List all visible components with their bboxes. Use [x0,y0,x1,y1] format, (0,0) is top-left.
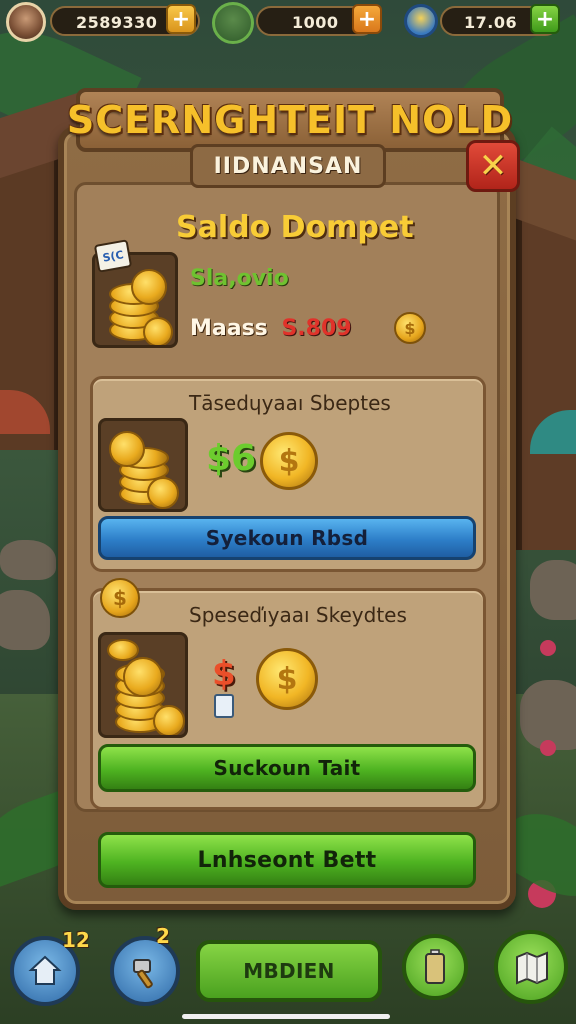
wallet-subtitle: Sla,ovio [190,266,289,291]
player-avatar-icon[interactable] [6,2,46,42]
energy-value: 17.06 [464,13,518,32]
offer-2-badge-coin-icon: $ [100,578,140,618]
offer-2-button-label: Suckoun Tait [213,756,361,780]
close-button[interactable]: ✕ [466,140,520,192]
offer-1-price: $6 [206,438,257,479]
tools-badge: 2 [156,924,170,948]
npc-portrait-icon [212,2,254,44]
home-badge: 12 [62,928,90,952]
wallet-label: Maass [190,316,268,341]
offer-2-coins-icon [98,632,188,738]
offer-1-buy-button[interactable]: Syekoun Rbsd [98,516,476,560]
center-nav-label: MBDIEN [243,959,335,983]
confirm-button[interactable]: Lnhseont Bett [98,832,476,888]
hammer-icon [133,959,153,989]
map-nav-button[interactable] [494,930,568,1004]
dialog-subtitle: IIDNANSAN [213,153,363,179]
home-icon [28,955,62,985]
dialog-title: SCERNGHTEIT NOLD [66,98,514,142]
offer-2-buy-button[interactable]: Suckoun Tait [98,744,476,792]
map-icon [516,951,548,985]
coins-value: 2589330 [76,13,158,32]
offer-1-title: Tāsedɥyaaı Sbeptes [189,391,391,415]
confirm-button-label: Lnhseont Bett [197,847,377,873]
coin-icon: $ [394,312,426,344]
offer-1-button-label: Syekoun Rbsd [205,526,369,550]
center-nav-button[interactable]: MBDIEN [196,940,382,1002]
status-bar: 2589330 + 1000 + 17.06 + [0,0,576,44]
add-energy-button[interactable]: + [530,4,560,34]
home-indicator [182,1014,390,1019]
offer-2-price: $ [212,654,236,694]
battery-nav-button[interactable] [402,934,468,1000]
offer-1-coin-icon: $ [260,432,318,490]
close-icon: ✕ [478,146,508,186]
subtitle-plate: IIDNANSAN [190,144,386,188]
wallet-tag: S(C [93,239,133,273]
offer-2-title: Speseďıyaaı Skeydtes [189,603,407,627]
wallet-heading: Saldo Dompet [176,210,414,245]
battery-icon [425,949,445,984]
right-hut [516,210,576,550]
wallet-balance-row: Maass S.809 [190,316,352,341]
add-gems-button[interactable]: + [352,4,382,34]
offer-2-price-tag-icon [214,694,234,718]
offer-1-coins-icon [98,418,188,512]
location-pin-icon [404,4,438,38]
gems-value: 1000 [292,13,339,32]
add-coins-button[interactable]: + [166,4,196,34]
offer-2-coin-icon: $ [256,648,318,710]
title-banner: SCERNGHTEIT NOLD [67,88,512,152]
wallet-amount: S.809 [281,316,352,341]
